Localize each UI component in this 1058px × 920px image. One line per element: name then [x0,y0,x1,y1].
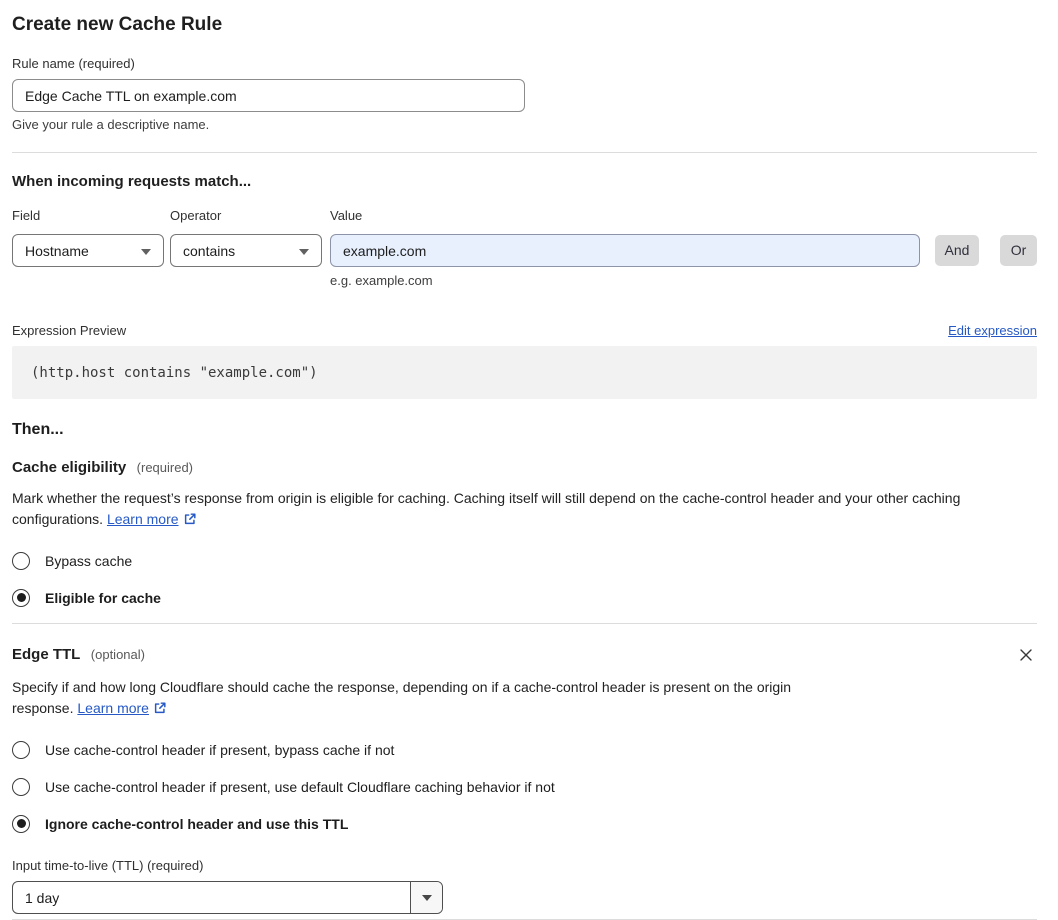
learn-more-link[interactable]: Learn more [107,511,179,527]
cache-eligibility-description: Mark whether the request’s response from… [12,488,1024,532]
ttl-combobox[interactable]: 1 day [12,881,443,914]
create-cache-rule-form: Create new Cache Rule Rule name (require… [0,0,1058,920]
match-controls-row: Hostname contains And Or [12,234,1037,267]
radio-eligible-for-cache[interactable]: Eligible for cache [12,579,1037,616]
then-heading: Then... [12,421,64,438]
edge-ttl-description: Specify if and how long Cloudflare shoul… [12,677,852,721]
match-heading: When incoming requests match... [12,173,252,190]
radio-bypass-cache[interactable]: Bypass cache [12,542,1037,579]
cache-eligibility-qualifier: (required) [136,460,194,475]
radio-use-header-default[interactable]: Use cache-control header if present, use… [12,768,1037,805]
rule-name-section: Rule name (required) Give your rule a de… [12,56,1037,133]
operator-select[interactable]: contains [170,234,322,267]
field-select[interactable]: Hostname [12,234,164,267]
edge-ttl-options: Use cache-control header if present, byp… [12,731,1037,842]
radio-icon [12,777,30,796]
rule-name-input[interactable] [12,79,525,112]
external-link-icon [183,511,197,532]
chevron-down-icon [141,249,151,255]
rule-name-label: Rule name (required) [12,56,135,71]
field-select-value: Hostname [25,242,89,259]
radio-icon [12,814,30,833]
ttl-dropdown-button[interactable] [410,882,442,913]
expression-preview-label: Expression Preview [12,323,127,338]
radio-icon [12,551,30,570]
and-button[interactable]: And [935,235,979,266]
radio-use-header-bypass[interactable]: Use cache-control header if present, byp… [12,731,1037,768]
expression-preview-row: Expression Preview Edit expression [12,323,1037,338]
expression-code-box: (http.host contains "example.com") [12,346,1037,399]
radio-icon [12,588,30,607]
close-icon[interactable] [1015,644,1037,666]
chevron-down-icon [421,894,432,901]
field-label: Field [12,208,41,223]
learn-more-link[interactable]: Learn more [77,700,149,716]
edge-ttl-heading: Edge TTL [12,646,81,663]
edit-expression-link[interactable]: Edit expression [948,323,1037,338]
divider [12,623,1037,624]
ttl-value[interactable]: 1 day [13,882,410,913]
value-input[interactable] [330,234,920,267]
rule-name-helper: Give your rule a descriptive name. [12,117,210,132]
cache-eligibility-heading: Cache eligibility [12,459,127,476]
edge-ttl-qualifier: (optional) [90,647,145,662]
value-label: Value [330,208,363,223]
expression-code: (http.host contains "example.com") [31,364,318,381]
or-button[interactable]: Or [1000,235,1037,266]
operator-label: Operator [170,208,222,223]
value-helper: e.g. example.com [330,273,433,288]
cache-eligibility-options: Bypass cache Eligible for cache [12,542,1037,616]
operator-select-value: contains [183,242,236,259]
page-title: Create new Cache Rule [12,14,223,35]
radio-icon [12,740,30,759]
ttl-label: Input time-to-live (TTL) (required) [12,858,204,873]
edge-ttl-header: Edge TTL (optional) [12,644,1037,666]
match-column-labels: Field Operator Value [12,208,1037,224]
external-link-icon [153,700,167,721]
chevron-down-icon [299,249,309,255]
divider [12,152,1037,153]
cache-eligibility-header: Cache eligibility (required) [12,459,1037,477]
radio-ignore-header-use-ttl[interactable]: Ignore cache-control header and use this… [12,805,1037,842]
